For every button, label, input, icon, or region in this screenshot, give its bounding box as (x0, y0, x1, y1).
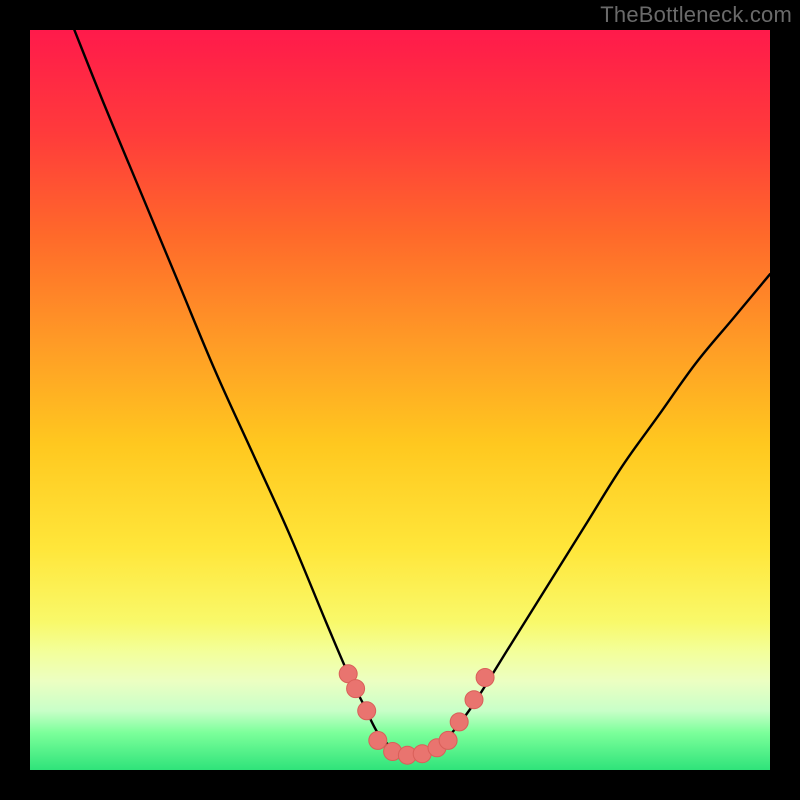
curve-marker (450, 713, 468, 731)
curve-marker (476, 669, 494, 687)
curve-marker (347, 680, 365, 698)
bottleneck-curve (74, 30, 770, 756)
chart-frame: TheBottleneck.com (0, 0, 800, 800)
curve-layer (30, 30, 770, 770)
curve-marker (465, 691, 483, 709)
watermark-text: TheBottleneck.com (600, 2, 792, 28)
curve-marker (439, 731, 457, 749)
plot-area (30, 30, 770, 770)
curve-marker (369, 731, 387, 749)
curve-markers (339, 665, 494, 764)
curve-marker (358, 702, 376, 720)
